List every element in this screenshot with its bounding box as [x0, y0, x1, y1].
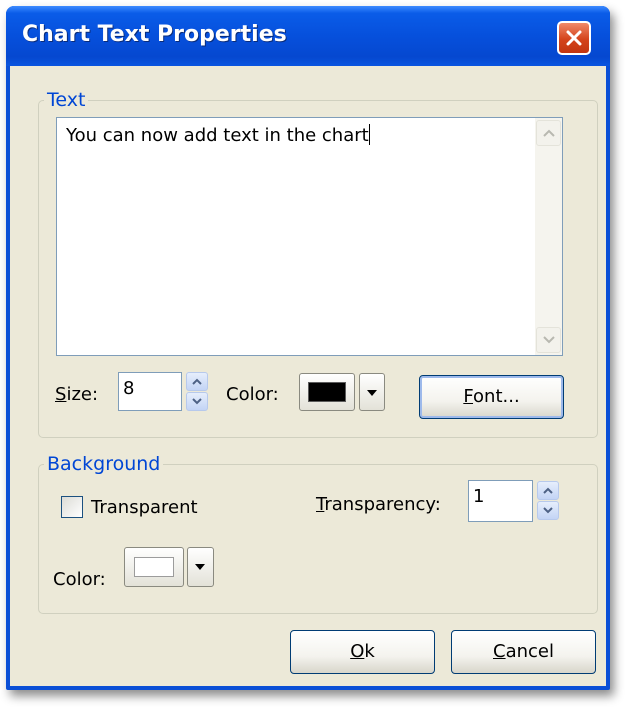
dialog-client-area: Text You can now add text in the chart S… [10, 66, 606, 686]
chevron-down-icon [192, 398, 202, 405]
transparent-checkbox[interactable] [61, 496, 83, 518]
background-group-legend: Background [44, 453, 164, 475]
transparency-spinner[interactable] [537, 481, 559, 521]
font-button[interactable]: Font... [419, 375, 564, 419]
scroll-down-button[interactable] [536, 327, 561, 353]
text-color-dropdown-button[interactable] [359, 373, 385, 411]
chart-text-properties-dialog: Chart Text Properties Text You can now a… [6, 6, 610, 690]
size-spin-up-button[interactable] [186, 372, 208, 391]
text-group-legend: Text [44, 89, 89, 111]
size-spin-down-button[interactable] [186, 392, 208, 411]
text-color-label: Color: [226, 384, 279, 405]
chart-text-area[interactable]: You can now add text in the chart [56, 117, 563, 356]
close-button[interactable] [557, 21, 591, 55]
size-label: Size: [55, 384, 99, 405]
title-bar[interactable]: Chart Text Properties [6, 6, 610, 66]
text-color-picker[interactable] [299, 373, 355, 411]
background-color-swatch [134, 557, 174, 577]
caret-down-icon [195, 564, 205, 570]
text-caret [368, 124, 370, 145]
background-color-picker[interactable] [124, 547, 184, 587]
background-color-label: Color: [53, 569, 106, 590]
text-color-swatch [308, 382, 346, 402]
transparency-spin-up-button[interactable] [537, 481, 559, 500]
cancel-button[interactable]: Cancel [451, 630, 596, 674]
window-title: Chart Text Properties [22, 22, 287, 47]
scroll-up-button[interactable] [536, 120, 561, 146]
size-input[interactable]: 8 [118, 372, 182, 411]
text-vertical-scrollbar[interactable] [535, 118, 562, 355]
transparency-spin-down-button[interactable] [537, 501, 559, 520]
transparency-input[interactable]: 1 [468, 480, 533, 522]
chevron-down-icon [543, 507, 553, 514]
chart-text-content: You can now add text in the chart [66, 124, 370, 146]
chevron-up-icon [543, 487, 553, 494]
chevron-up-icon [192, 378, 202, 385]
ok-button[interactable]: Ok [290, 630, 435, 674]
close-icon [566, 30, 582, 46]
transparency-label: Transparency: [316, 494, 441, 515]
chevron-up-icon [543, 129, 555, 137]
chevron-down-icon [543, 336, 555, 344]
caret-down-icon [367, 390, 377, 396]
size-spinner[interactable] [186, 372, 208, 412]
background-color-dropdown-button[interactable] [187, 547, 214, 587]
transparent-label[interactable]: Transparent [91, 497, 198, 518]
